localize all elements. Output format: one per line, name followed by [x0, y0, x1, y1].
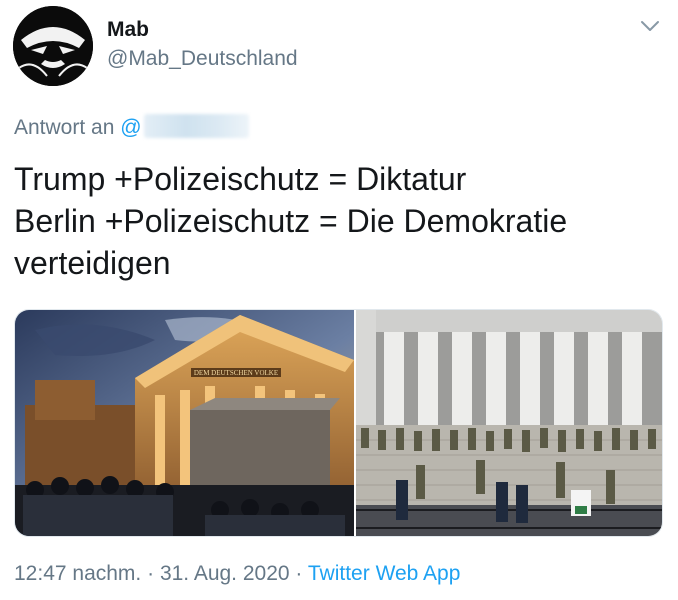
meta-separator: ·: [295, 562, 303, 585]
tweet-line: verteidigen: [14, 245, 171, 281]
photo-reichstag[interactable]: DEM DEUTSCHEN VOLKE: [15, 310, 354, 536]
media-grid: DEM DEUTSCHEN VOLKE: [14, 309, 663, 537]
redacted-username: [143, 114, 249, 138]
chevron-down-icon[interactable]: [638, 14, 662, 38]
tweet-line: Trump +Polizeischutz = Diktatur: [14, 161, 467, 197]
photo-lincoln-memorial[interactable]: [354, 310, 662, 536]
inscription-text: DEM DEUTSCHEN VOLKE: [194, 369, 278, 377]
tweet-text: Trump +Polizeischutz = Diktatur Berlin +…: [14, 158, 654, 284]
reply-context: Antwort an @: [14, 114, 249, 140]
source-app-link[interactable]: Twitter Web App: [308, 562, 461, 585]
avatar[interactable]: [13, 6, 93, 86]
author-handle[interactable]: @Mab_Deutschland: [107, 47, 298, 71]
tweet-time[interactable]: 12:47 nachm.: [14, 562, 141, 585]
tweet-date[interactable]: 31. Aug. 2020: [160, 562, 290, 585]
author-display-name[interactable]: Mab: [107, 18, 149, 42]
meta-separator: ·: [147, 562, 155, 585]
tweet-line: Berlin +Polizeischutz = Die Demokratie: [14, 203, 568, 239]
tweet-meta: 12:47 nachm. · 31. Aug. 2020 · Twitter W…: [14, 562, 460, 586]
reply-mention-link[interactable]: @: [120, 116, 141, 139]
avatar-mask-icon: [13, 6, 93, 86]
reply-prefix: Antwort an: [14, 116, 115, 139]
